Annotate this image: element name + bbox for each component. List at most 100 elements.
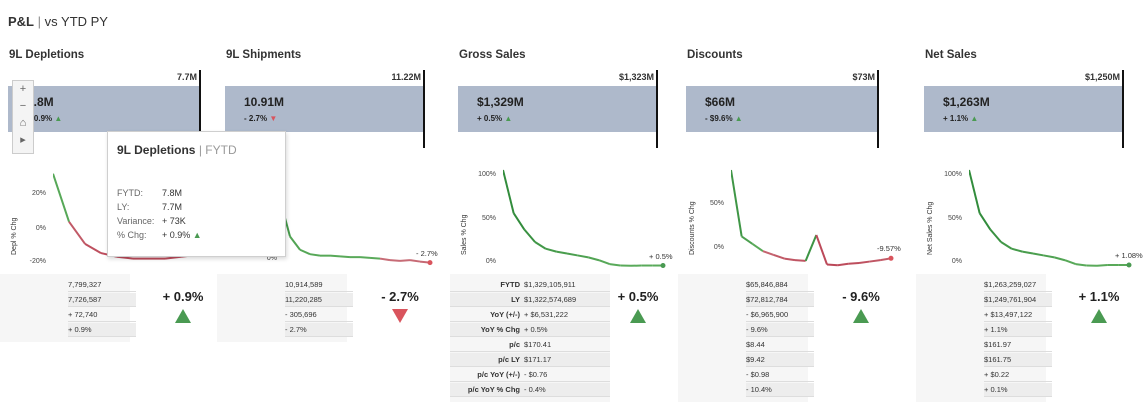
- y-tick-label: 0%: [713, 244, 724, 251]
- sparkline-end-point: [427, 260, 433, 266]
- sparkline-segment: [1022, 250, 1034, 255]
- kpi-bar[interactable]: [924, 86, 1124, 132]
- sparkline-segment: [577, 254, 589, 259]
- sparkline-segment: [731, 169, 743, 237]
- sparkline-end-label: + 0.5%: [649, 251, 673, 261]
- triangle-up-icon: ▲: [732, 114, 743, 123]
- sparkline-segment: [84, 242, 102, 254]
- sparkline-segment: [309, 253, 321, 257]
- sparkline-segment: [989, 228, 1002, 243]
- y-tick-label: 0%: [35, 225, 46, 232]
- table-row: + 0.9%: [68, 323, 136, 337]
- sparkline-segment: [68, 221, 86, 245]
- y-axis-label: Net Sales % Chg: [927, 201, 934, 255]
- triangle-up-icon: ▲: [192, 230, 202, 240]
- table-row: $1,249,761,904: [984, 293, 1052, 307]
- table-cell: $171.17: [524, 355, 552, 364]
- sparkline-segment: [741, 235, 753, 245]
- kpi-panel: Net Sales $1,250M $1,263M + 1.1% ▲ 100% 50% 0%…: [916, 0, 1145, 416]
- table-row-label: p/c LY: [498, 355, 520, 364]
- table-row-label: p/c YoY (+/-): [477, 370, 520, 379]
- sparkline-segment: [566, 252, 578, 257]
- table-row: $72,812,784: [746, 293, 814, 307]
- sparkline-segment: [512, 212, 526, 231]
- sparkline-segment: [523, 228, 536, 243]
- bar-value-label: 10.91M: [244, 95, 285, 109]
- tooltip-row-pct-chg: % Chg: + 0.9% ▲: [117, 230, 202, 240]
- panel-title: Net Sales: [925, 49, 977, 61]
- home-icon[interactable]: ⌂: [13, 115, 33, 132]
- y-tick-label: 100%: [944, 171, 962, 178]
- target-line: [656, 70, 658, 148]
- sparkline-segment: [1000, 241, 1013, 250]
- panel-title: 9L Shipments: [226, 49, 302, 61]
- sparkline-segment: [359, 256, 371, 259]
- kpi-bar[interactable]: [686, 86, 879, 132]
- sparkline-segment: [773, 253, 785, 260]
- sparkline-segment: [609, 263, 621, 267]
- table-row: 11,220,285: [285, 293, 353, 307]
- big-triangle-up-icon: [1091, 309, 1107, 323]
- map-zoom-controls[interactable]: + − ⌂ ▸: [12, 80, 34, 154]
- table-cell: $1,329,105,911: [524, 280, 576, 289]
- target-line: [877, 70, 879, 148]
- zoom-out-icon[interactable]: −: [13, 98, 33, 115]
- table-cell: - 0.4%: [524, 385, 546, 394]
- table-row: $161.97: [984, 338, 1052, 352]
- table-cell: + 0.5%: [524, 325, 548, 334]
- sparkline-end-point: [660, 263, 666, 268]
- sparkline-segment: [588, 256, 600, 262]
- bar-change-value: - 2.7%: [244, 114, 268, 123]
- table-row: - 2.7%: [285, 323, 353, 337]
- sparkline-segment: [409, 259, 421, 263]
- table-row: YoY % Chg + 0.5%: [450, 323, 610, 337]
- table-row: $65,846,884: [746, 278, 814, 292]
- bar-change-value: - $9.6%: [705, 114, 733, 123]
- sparkline-end-point: [888, 255, 894, 261]
- sparkline-segment: [598, 259, 611, 266]
- sparkline-end-label: -9.57%: [877, 244, 901, 254]
- table-row: + 1.1%: [984, 323, 1052, 337]
- y-tick-label: 20%: [31, 190, 46, 197]
- sparkline-segment: [804, 234, 818, 262]
- table-row: FYTD $1,329,105,911: [450, 278, 610, 292]
- table-row-label: p/c: [509, 340, 520, 349]
- kpi-panel: Discounts $73M $66M - $9.6% ▲ 50% 0% Discounts…: [678, 0, 911, 416]
- table-row: $9.42: [746, 353, 814, 367]
- bar-change-value: + 1.1%: [943, 114, 969, 123]
- table-row: $1,263,259,027: [984, 278, 1052, 292]
- sparkline-segment: [556, 250, 568, 255]
- sparkline-segment: [1054, 256, 1066, 262]
- sparkline-segment: [826, 263, 838, 267]
- big-change-value: + 0.9%: [162, 289, 204, 304]
- bar-total-label: 7.7M: [176, 72, 197, 82]
- sparkline-segment: [794, 259, 806, 262]
- big-change-value: - 2.7%: [381, 289, 419, 304]
- sparkline-segment: [1075, 263, 1087, 267]
- y-axis-label: Discounts % Chg: [689, 201, 696, 255]
- expand-arrow-icon[interactable]: ▸: [13, 132, 33, 149]
- bar-total-label: 11.22M: [391, 72, 421, 82]
- table-cell: + $6,531,222: [524, 310, 569, 319]
- table-row: LY $1,322,574,689: [450, 293, 610, 307]
- table-row: 7,726,587: [68, 293, 136, 307]
- zoom-in-icon[interactable]: +: [13, 81, 33, 98]
- table-row: - $0.98: [746, 368, 814, 382]
- kpi-bar[interactable]: [8, 86, 201, 132]
- bar-total-label: $1,250M: [1084, 72, 1120, 82]
- y-tick-label: 50%: [481, 215, 496, 222]
- sparkline-end-label: + 1.08%: [1115, 250, 1143, 260]
- sparkline-segment: [1096, 264, 1108, 267]
- table-row-label: YoY (+/-): [490, 310, 520, 319]
- table-row-label: LY: [511, 295, 520, 304]
- table-row: 7,799,327: [68, 278, 136, 292]
- panel-title: 9L Depletions: [9, 49, 85, 61]
- table-cell: $1,322,574,689: [524, 295, 577, 304]
- triangle-up-icon: ▲: [968, 114, 979, 123]
- tooltip-row-ly: LY: 7.7M: [117, 202, 183, 212]
- tooltip: 9L Depletions | FYTD FYTD: 7.8M LY: 7.7M V…: [107, 131, 286, 257]
- kpi-bar[interactable]: [458, 86, 658, 132]
- bar-change-label: + 1.1% ▲: [943, 114, 978, 123]
- sparkline-segment: [837, 262, 849, 267]
- kpi-bar[interactable]: [225, 86, 425, 132]
